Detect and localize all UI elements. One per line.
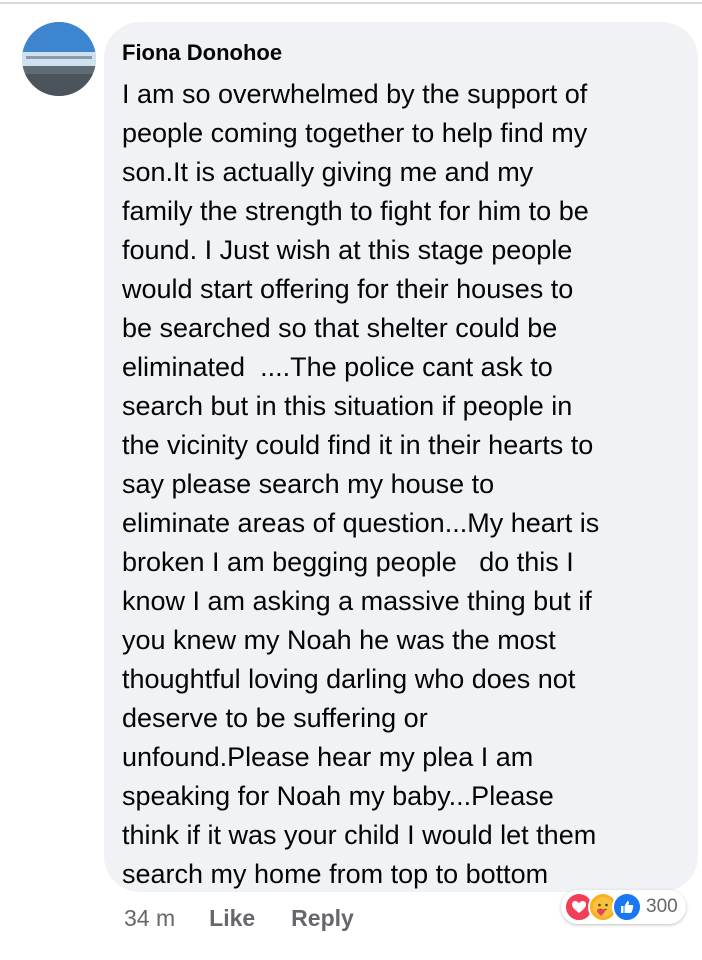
comment-line: found. I Just wish at this stage people bbox=[122, 235, 573, 265]
comment-line: you knew my Noah he was the most bbox=[122, 625, 556, 655]
reactions-summary[interactable]: 300 bbox=[561, 890, 686, 924]
comment-line: the vicinity could find it in their hear… bbox=[122, 430, 594, 460]
comment-actions: 34 m Like Reply bbox=[124, 898, 390, 938]
comment-author[interactable]: Fiona Donohoe bbox=[122, 39, 680, 67]
reply-button[interactable]: Reply bbox=[291, 905, 354, 932]
avatar[interactable] bbox=[22, 22, 96, 96]
comment-line: say please search my house to bbox=[122, 469, 495, 499]
comment-line: unfound.Please hear my plea I am bbox=[122, 742, 534, 772]
comment-line: family the strength to fight for him to … bbox=[122, 196, 589, 226]
divider bbox=[0, 2, 702, 4]
comment-text: I am so overwhelmed by the support of pe… bbox=[122, 75, 680, 894]
comment-line: thoughtful loving darling who does not bbox=[122, 664, 576, 694]
comment-bubble: Fiona Donohoe I am so overwhelmed by the… bbox=[104, 22, 698, 892]
comment-line: search my home from top to bottom bbox=[122, 859, 549, 889]
comment-line: know I am asking a massive thing but if bbox=[122, 586, 592, 616]
comment-line: think if it was your child I would let t… bbox=[122, 820, 597, 850]
comment-line: speaking for Noah my baby...Please bbox=[122, 781, 554, 811]
avatar-image bbox=[22, 22, 96, 96]
comment-line: search but in this situation if people i… bbox=[122, 391, 573, 421]
comment-line: deserve to be suffering or bbox=[122, 703, 428, 733]
comment-line: be searched so that shelter could be bbox=[122, 313, 558, 343]
comment-line: broken I am begging people do this I bbox=[122, 547, 574, 577]
comment-line: eliminated ....The police cant ask to bbox=[122, 352, 553, 382]
comment-line: would start offering for their houses to bbox=[122, 274, 574, 304]
like-icon bbox=[612, 892, 642, 922]
comment-screen: Fiona Donohoe I am so overwhelmed by the… bbox=[0, 0, 702, 960]
like-button[interactable]: Like bbox=[209, 905, 255, 932]
comment-timestamp[interactable]: 34 m bbox=[124, 905, 175, 932]
comment-line: son.It is actually giving me and my bbox=[122, 157, 534, 187]
comment-line: eliminate areas of question...My heart i… bbox=[122, 508, 600, 538]
comment-line: people coming together to help find my bbox=[122, 118, 588, 148]
reaction-count: 300 bbox=[646, 896, 678, 917]
comment-line: I am so overwhelmed by the support of bbox=[122, 79, 588, 109]
